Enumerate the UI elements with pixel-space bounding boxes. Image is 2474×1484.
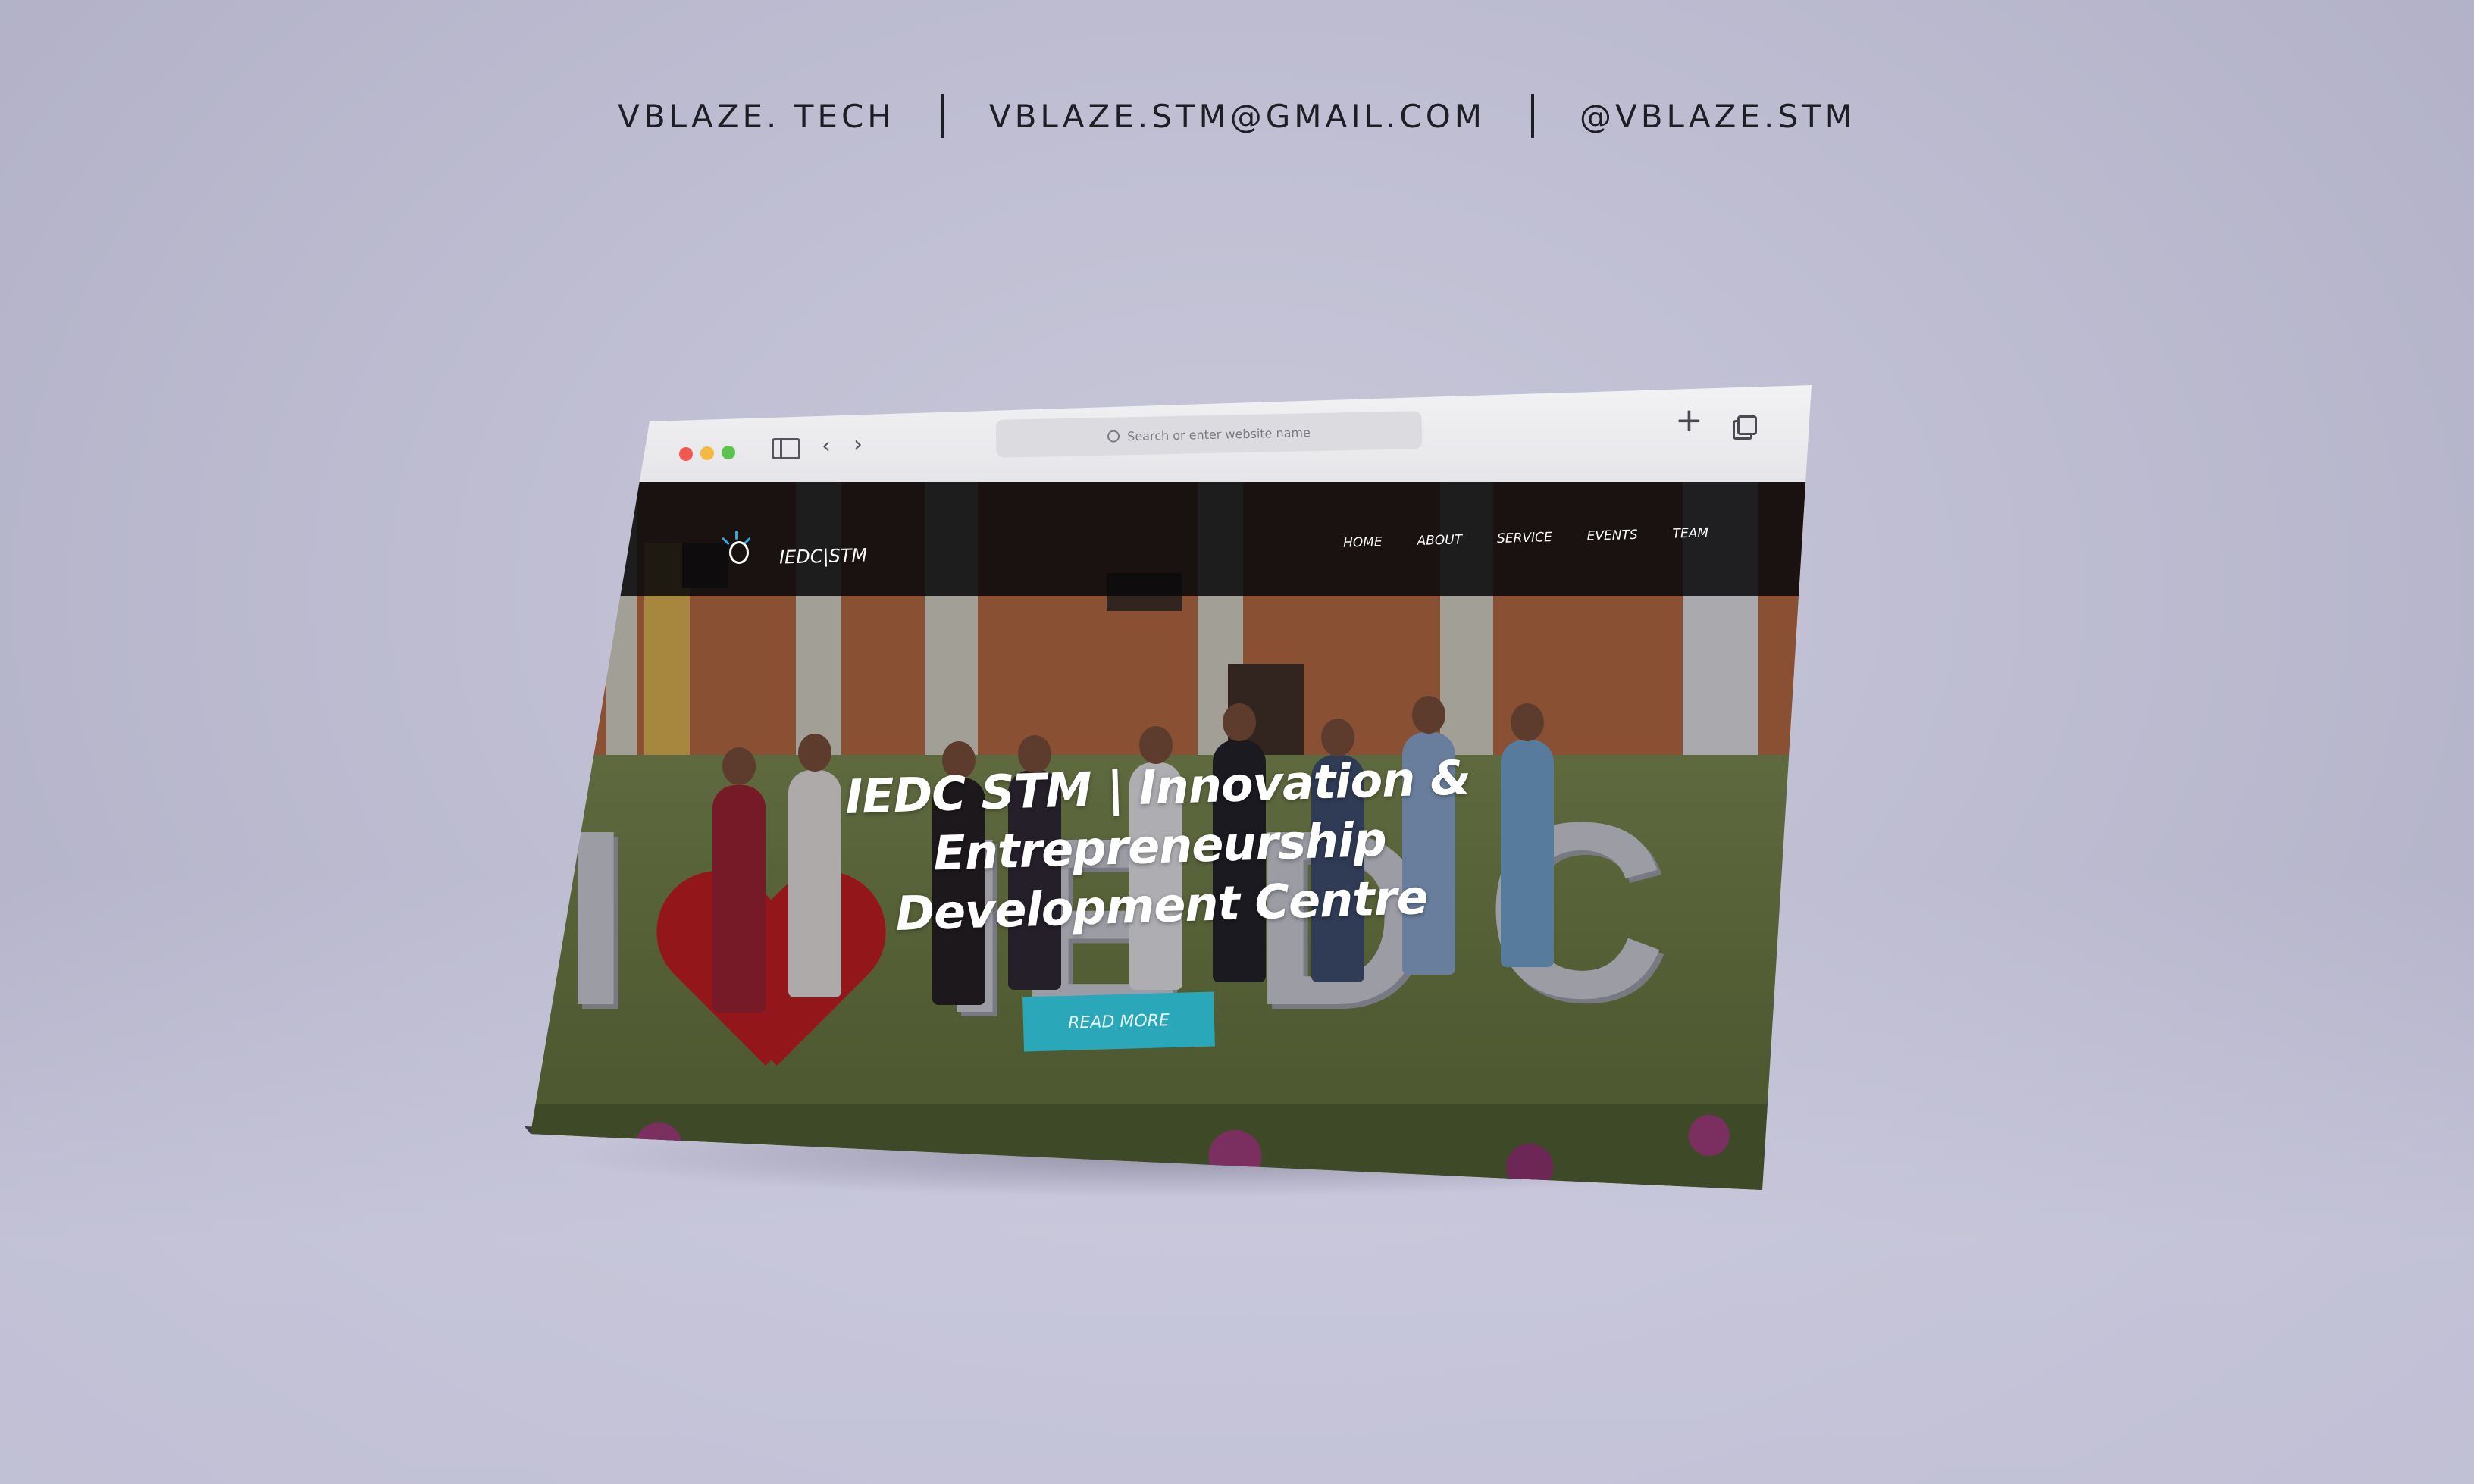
hero-title: IEDC STM | Innovation & Entrepreneurship… — [844, 750, 1471, 941]
plus-icon[interactable]: + — [1675, 404, 1703, 437]
site-logo-text[interactable]: IEDC|STM — [779, 544, 868, 568]
social-handle-label: @VBLAZE.STM — [1580, 97, 1856, 135]
close-window-button[interactable] — [679, 447, 693, 461]
site-nav-menu: HOME ABOUT SERVICE EVENTS TEAM — [1343, 525, 1709, 550]
nav-item-service[interactable]: SERVICE — [1497, 530, 1552, 546]
zoom-window-button[interactable] — [722, 446, 735, 459]
email-label: VBLAZE.STM@GMAIL.COM — [988, 97, 1486, 135]
nav-item-team[interactable]: TEAM — [1672, 525, 1708, 541]
minimize-window-button[interactable] — [700, 446, 714, 460]
sidebar-icon[interactable] — [772, 438, 800, 459]
chevron-left-icon[interactable]: ‹ — [822, 435, 831, 458]
divider — [940, 94, 944, 138]
website-viewport: I I E D C — [531, 482, 1812, 1190]
iedc-logo-icon[interactable] — [722, 531, 752, 564]
nav-item-about[interactable]: ABOUT — [1417, 532, 1462, 549]
address-bar-placeholder: Search or enter website name — [1126, 424, 1311, 443]
read-more-button[interactable]: READ MORE — [1022, 991, 1215, 1052]
site-navbar: IEDC|STM HOME ABOUT SERVICE EVENTS TEAM — [531, 482, 1812, 596]
tabs-overview-icon[interactable] — [1733, 415, 1757, 440]
address-bar[interactable]: Search or enter website name — [995, 411, 1423, 458]
chevron-right-icon[interactable]: › — [853, 434, 863, 456]
divider — [1531, 94, 1535, 138]
nav-item-home[interactable]: HOME — [1343, 534, 1383, 550]
search-icon — [1107, 430, 1120, 443]
browser-toolbar: ‹ › Search or enter website name + — [531, 385, 1812, 484]
browser-mockup: ‹ › Search or enter website name + I I — [531, 385, 1812, 1190]
website-label: VBLAZE. TECH — [618, 97, 895, 135]
nav-item-events[interactable]: EVENTS — [1586, 528, 1638, 544]
contact-bar: VBLAZE. TECH VBLAZE.STM@GMAIL.COM @VBLAZ… — [0, 89, 2474, 142]
